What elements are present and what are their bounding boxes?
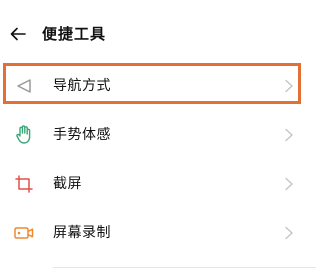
list-item-screenshot[interactable]: 截屏 [0,160,316,209]
chevron-right-icon [285,128,293,142]
list-item-gesture-motion[interactable]: 手势体感 [0,111,316,160]
header: 便捷工具 [0,0,316,62]
list-item-label: 屏幕录制 [53,225,111,241]
back-button[interactable] [4,20,32,48]
page-title: 便捷工具 [42,25,107,43]
hand-gesture-icon [14,125,34,145]
list-item-label: 手势体感 [53,127,111,143]
list-item-label: 截屏 [53,176,82,192]
chevron-right-icon [285,226,293,240]
navigation-triangle-icon [14,76,34,96]
chevron-right-icon [285,177,293,191]
list-item-screen-recording[interactable]: 屏幕录制 [0,209,316,258]
settings-list: 导航方式 手势体感 截屏 屏幕录制 [0,62,316,258]
arrow-left-icon [10,27,26,41]
crop-icon [14,174,34,194]
list-item-label: 导航方式 [53,78,111,94]
list-item-navigation-mode[interactable]: 导航方式 [0,62,316,111]
screen-record-icon [14,223,34,243]
divider [53,267,316,268]
chevron-right-icon [285,79,293,93]
